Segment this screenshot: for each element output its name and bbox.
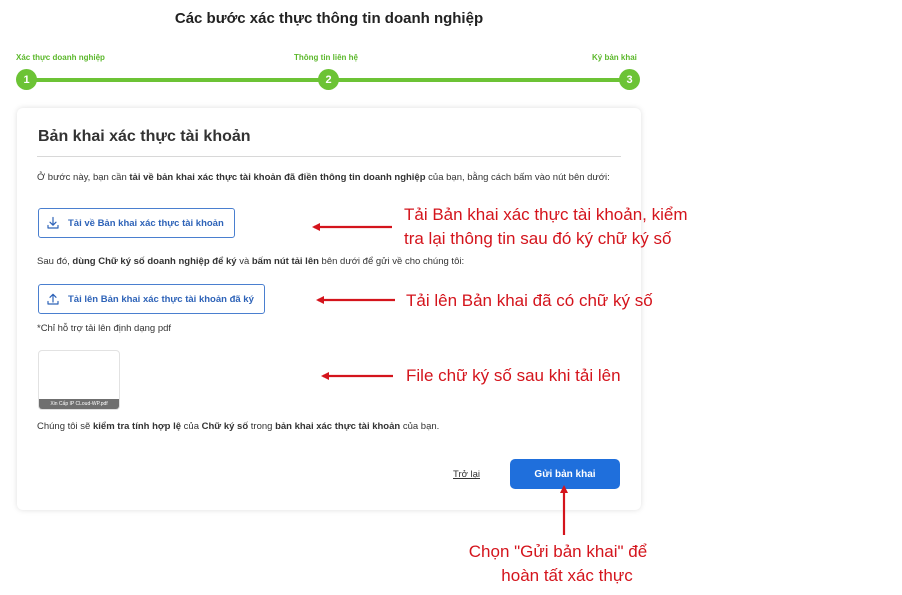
step-label-business: Xác thực doanh nghiệp bbox=[16, 53, 105, 62]
step-label-contact: Thông tin liên hệ bbox=[294, 53, 358, 62]
card-title: Bản khai xác thực tài khoản bbox=[38, 128, 251, 145]
upload-signed-declaration-button[interactable]: Tải lên Bản khai xác thực tài khoản đã k… bbox=[38, 284, 265, 314]
card-divider bbox=[37, 156, 621, 157]
file-name-label: Xin Cấp IP CLoud-WP.pdf bbox=[39, 399, 119, 409]
submit-declaration-button[interactable]: Gửi bản khai bbox=[510, 459, 620, 489]
upload-icon bbox=[47, 293, 59, 305]
annotation-submit: Chọn "Gửi bản khai" để hoàn tất xác thực bbox=[468, 542, 648, 585]
instruction-text: Sau đó, dùng Chữ ký số doanh nghiệp để k… bbox=[37, 256, 465, 267]
validation-text: Chúng tôi sẽ kiểm tra tính hợp lệ của Ch… bbox=[37, 421, 440, 432]
uploaded-file-thumbnail[interactable]: Xin Cấp IP CLoud-WP.pdf bbox=[38, 350, 120, 410]
step-3-dot: 3 bbox=[619, 69, 640, 90]
step-label-sign: Ký bản khai bbox=[592, 53, 637, 62]
intro-text: Ở bước này, bạn cần tải về bản khai xác … bbox=[37, 172, 610, 183]
download-declaration-button[interactable]: Tải về Bản khai xác thực tài khoản bbox=[38, 208, 235, 238]
download-icon bbox=[47, 216, 59, 229]
annotation-file: File chữ ký số sau khi tải lên bbox=[406, 366, 621, 385]
annotation-upload: Tải lên Bản khai đã có chữ ký số bbox=[406, 291, 653, 310]
step-1-dot: 1 bbox=[16, 69, 37, 90]
page-title: Các bước xác thực thông tin doanh nghiệp bbox=[174, 10, 484, 27]
pdf-note: *Chỉ hỗ trợ tải lên định dạng pdf bbox=[37, 323, 172, 334]
annotation-download: Tải Bản khai xác thực tài khoản, kiểm tr… bbox=[404, 205, 688, 248]
step-2-dot: 2 bbox=[318, 69, 339, 90]
back-link[interactable]: Trở lại bbox=[453, 469, 480, 480]
